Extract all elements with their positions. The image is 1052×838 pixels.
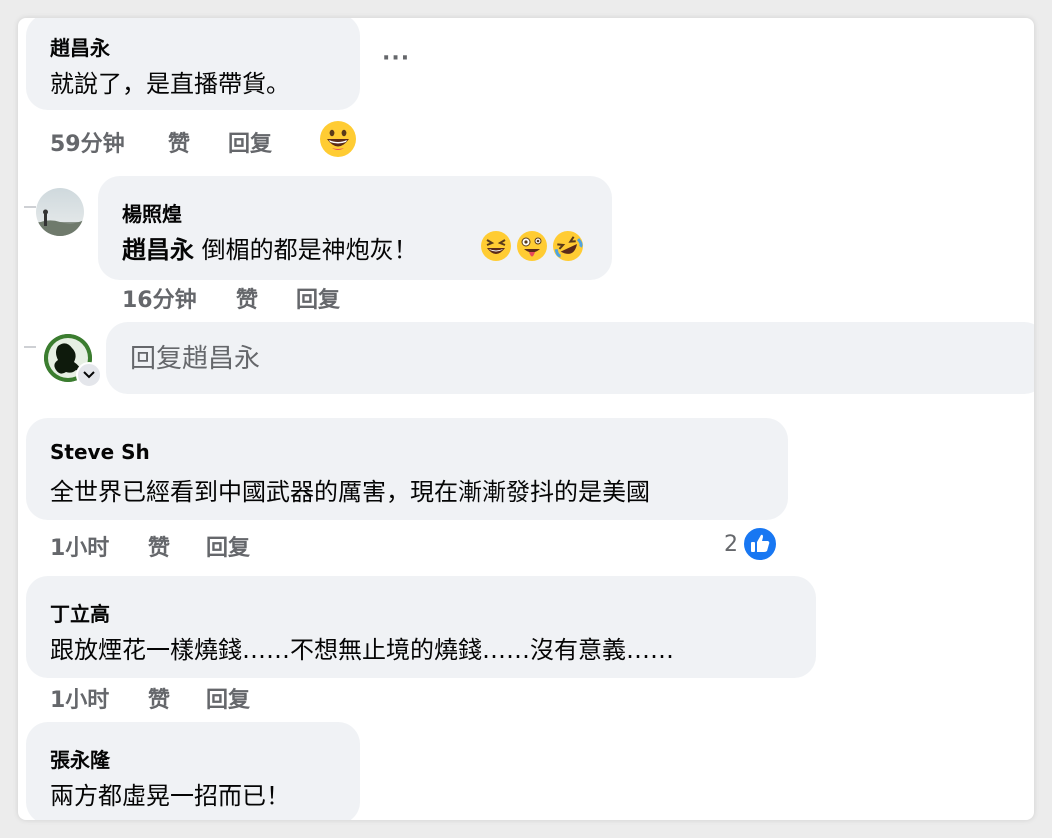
like-button[interactable]: 赞 bbox=[236, 282, 258, 314]
comment-text: 就說了，是直播帶貨。 bbox=[50, 70, 290, 98]
reply-input[interactable] bbox=[128, 322, 732, 396]
thumbs-up-icon bbox=[742, 526, 778, 562]
rolling-laughing-icon bbox=[553, 231, 583, 261]
comment-text-body: 倒楣的都是神炮灰！ bbox=[194, 236, 418, 264]
thread-connector bbox=[24, 346, 36, 348]
reply-composer[interactable] bbox=[106, 322, 1034, 396]
chevron-down-icon[interactable] bbox=[76, 362, 102, 388]
comment-author[interactable]: 張永隆 bbox=[50, 744, 110, 773]
like-count: 2 bbox=[724, 531, 738, 557]
reply-button[interactable]: 回复 bbox=[296, 282, 340, 314]
grinning-face-icon bbox=[320, 121, 356, 157]
comment-text: 趙昌永 倒楣的都是神炮灰！ bbox=[122, 230, 418, 265]
comment-author[interactable]: 丁立高 bbox=[50, 598, 110, 627]
comment-text: 全世界已經看到中國武器的厲害，現在漸漸發抖的是美國 bbox=[50, 478, 650, 506]
zany-face-icon bbox=[517, 231, 547, 261]
reaction-summary[interactable]: 2 bbox=[724, 526, 778, 562]
like-button[interactable]: 赞 bbox=[148, 682, 170, 714]
comment-author[interactable]: 楊照煌 bbox=[122, 198, 182, 227]
comment-author[interactable]: 趙昌永 bbox=[50, 32, 110, 61]
reply-button[interactable]: 回复 bbox=[228, 126, 272, 158]
like-button[interactable]: 赞 bbox=[148, 530, 170, 562]
comment-text: 跟放煙花一樣燒錢……不想無止境的燒錢……沒有意義…… bbox=[50, 636, 674, 664]
more-options-icon[interactable]: ··· bbox=[382, 46, 410, 71]
comment-timestamp[interactable]: 16分钟 bbox=[122, 282, 197, 314]
comment-author[interactable]: Steve Sh bbox=[50, 440, 150, 464]
reply-button[interactable]: 回复 bbox=[206, 530, 250, 562]
comment-timestamp[interactable]: 1小时 bbox=[50, 682, 109, 714]
laughing-face-icon bbox=[481, 231, 511, 261]
comment-feed: 趙昌永 就說了，是直播帶貨。 ··· 59分钟 赞 回复 楊照煌 趙昌永 倒楣的… bbox=[18, 18, 1034, 820]
comment-text: 兩方都虛晃一招而已！ bbox=[50, 782, 290, 810]
comment-timestamp[interactable]: 59分钟 bbox=[50, 126, 125, 158]
comment-timestamp[interactable]: 1小时 bbox=[50, 530, 109, 562]
mention-link[interactable]: 趙昌永 bbox=[122, 236, 194, 264]
like-button[interactable]: 赞 bbox=[168, 126, 190, 158]
reply-button[interactable]: 回复 bbox=[206, 682, 250, 714]
thread-connector bbox=[24, 206, 36, 208]
avatar[interactable] bbox=[36, 188, 84, 236]
